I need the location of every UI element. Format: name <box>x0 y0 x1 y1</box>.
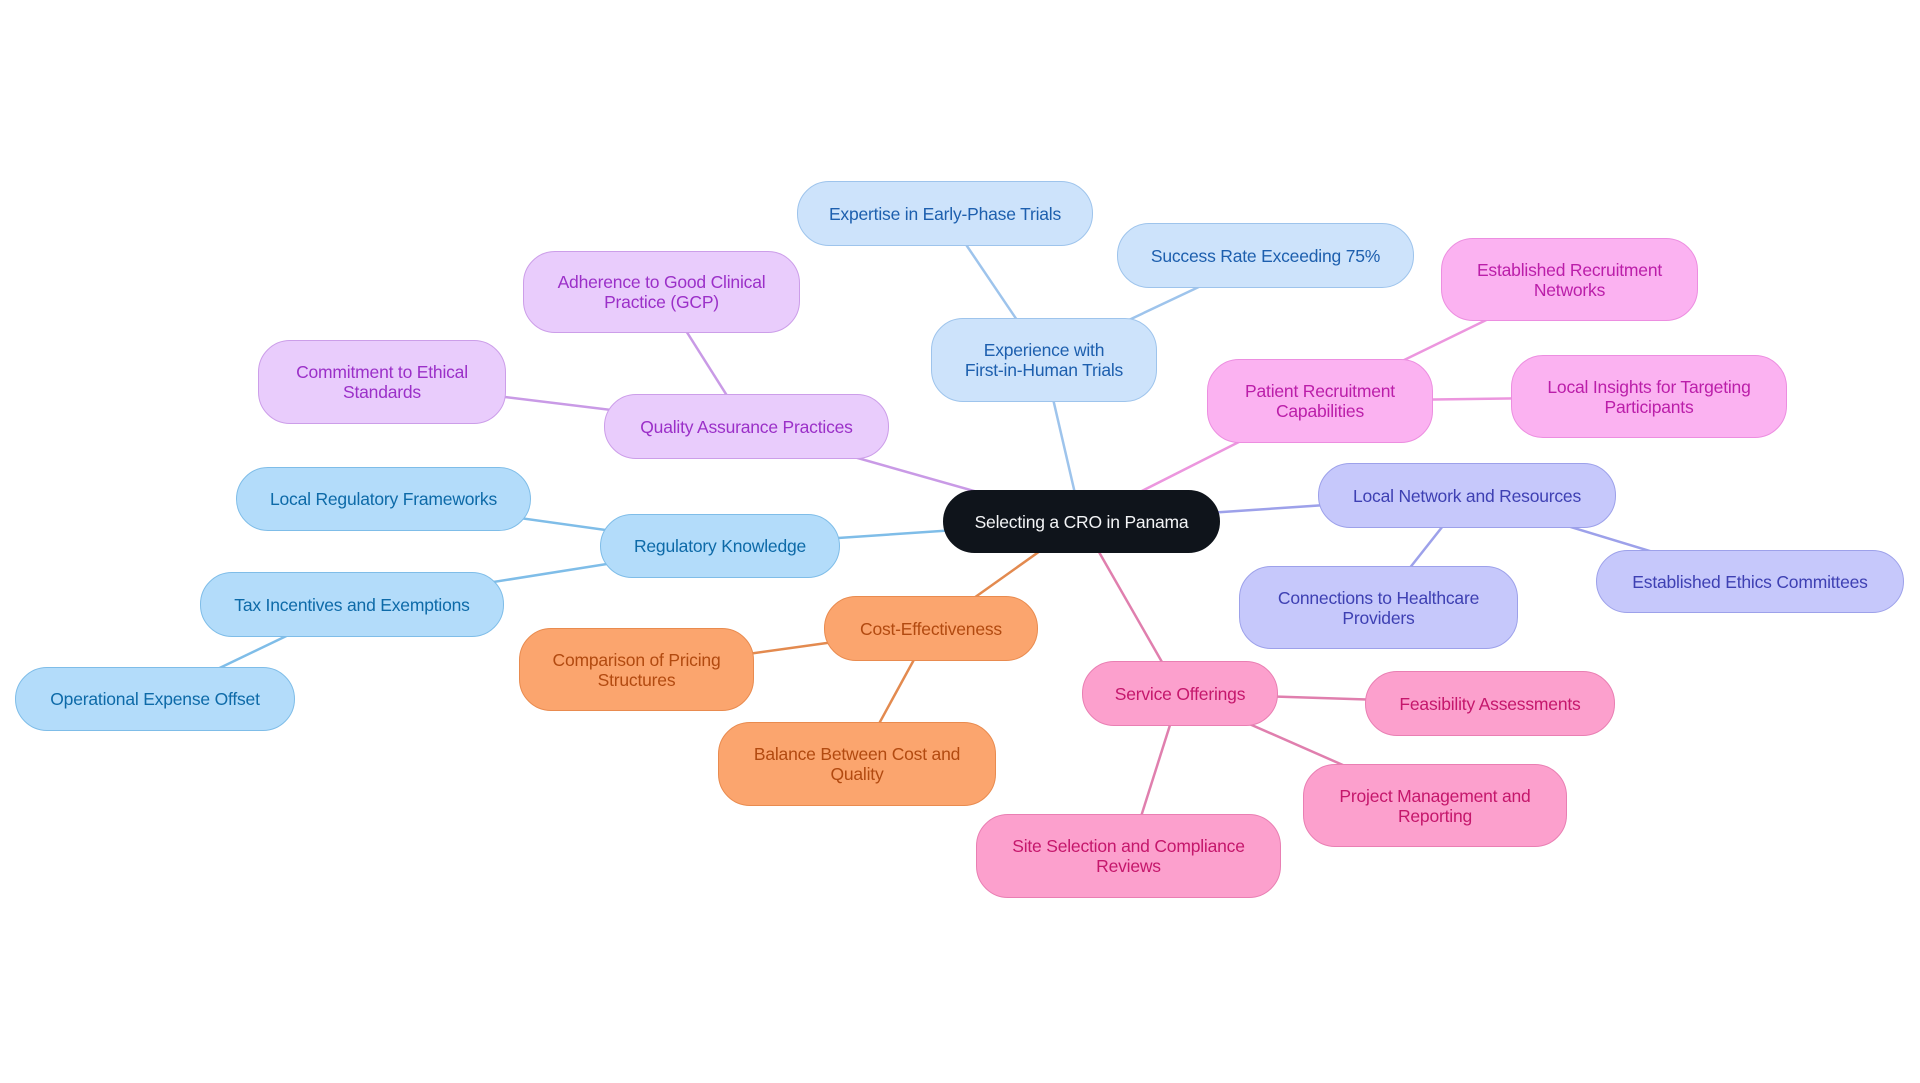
leaf-node-balance[interactable]: Balance Between Cost and Quality <box>718 722 996 806</box>
leaf-node-project-management[interactable]: Project Management and Reporting <box>1303 764 1567 847</box>
node-label-line: Quality <box>830 764 884 784</box>
node-label-line: Established Recruitment <box>1476 259 1663 280</box>
branch-node-regulatory[interactable]: Regulatory Knowledge <box>600 514 840 578</box>
node-label-line: Practice (GCP) <box>604 292 719 312</box>
branch-node-experience[interactable]: Experience with First-in-Human Trials <box>931 318 1157 402</box>
node-label-line: Operational Expense Offset <box>50 689 260 709</box>
leaf-node-success-rate[interactable]: Success Rate Exceeding 75% <box>1117 223 1414 288</box>
node-label-line: Experience with <box>983 340 1105 360</box>
leaf-node-pricing[interactable]: Comparison of Pricing Structures <box>519 628 754 711</box>
leaf-node-operational-expense[interactable]: Operational Expense Offset <box>15 667 295 731</box>
node-label-line: Tax Incentives and Exemptions <box>234 594 470 615</box>
node-label-line: Established Ethics Committees <box>1632 571 1868 592</box>
node-label-line: Regulatory Knowledge <box>633 536 807 556</box>
node-label-line: Providers <box>1342 607 1415 628</box>
leaf-node-ethical-standards[interactable]: Commitment to Ethical Standards <box>258 340 506 424</box>
leaf-node-healthcare-connections[interactable]: Connections to Healthcare Providers <box>1239 566 1518 649</box>
node-label-line: Reporting <box>1397 805 1473 826</box>
node-label-line: Service Offerings <box>1114 683 1246 704</box>
node-label-line: Balance Between Cost and <box>753 744 961 764</box>
leaf-node-regulatory-frameworks[interactable]: Local Regulatory Frameworks <box>236 467 531 531</box>
node-label-line: Reviews <box>1096 856 1161 876</box>
node-label-line: Expertise in Early-Phase Trials <box>828 203 1062 224</box>
node-label-line: Comparison of Pricing <box>552 649 721 670</box>
node-label-line: Capabilities <box>1275 401 1365 421</box>
leaf-node-expertise[interactable]: Expertise in Early-Phase Trials <box>797 181 1093 246</box>
node-label-line: First-in-Human Trials <box>964 360 1124 380</box>
leaf-node-gcp[interactable]: Adherence to Good Clinical Practice (GCP) <box>523 251 800 333</box>
node-label-line: Participants <box>1604 396 1694 417</box>
branch-node-network[interactable]: Local Network and Resources <box>1318 463 1616 528</box>
branch-node-cost[interactable]: Cost-Effectiveness <box>824 596 1038 661</box>
node-label-line: Cost-Effectiveness <box>860 618 1002 639</box>
node-label-line: Commitment to Ethical <box>296 362 468 382</box>
branch-node-services[interactable]: Service Offerings <box>1082 661 1278 726</box>
leaf-node-ethics-committees[interactable]: Established Ethics Committees <box>1596 550 1904 613</box>
node-label-line: Networks <box>1533 279 1606 300</box>
mind-map-canvas: Selecting a CRO in Panama Experience wit… <box>0 0 1920 1083</box>
node-label-line: Local Network and Resources <box>1352 485 1582 506</box>
leaf-node-feasibility[interactable]: Feasibility Assessments <box>1365 671 1615 736</box>
node-label-line: Connections to Healthcare <box>1277 587 1480 608</box>
node-label-line: Local Insights for Targeting <box>1547 376 1751 397</box>
root-node-label: Selecting a CRO in Panama <box>974 511 1189 532</box>
node-label-line: Success Rate Exceeding 75% <box>1150 245 1381 266</box>
node-label-line: Patient Recruitment <box>1245 381 1395 401</box>
node-label-line: Local Regulatory Frameworks <box>269 489 498 509</box>
node-label-line: Standards <box>343 382 421 402</box>
root-node[interactable]: Selecting a CRO in Panama <box>943 490 1220 553</box>
node-label-line: Project Management and <box>1339 785 1531 806</box>
node-label-line: Site Selection and Compliance <box>1012 836 1245 856</box>
leaf-node-local-insights[interactable]: Local Insights for Targeting Participants <box>1511 355 1787 438</box>
node-label-line: Adherence to Good Clinical <box>557 272 766 292</box>
node-label-line: Structures <box>597 669 676 690</box>
node-label-line: Feasibility Assessments <box>1399 693 1581 714</box>
leaf-node-recruitment-networks[interactable]: Established Recruitment Networks <box>1441 238 1698 321</box>
leaf-node-tax-incentives[interactable]: Tax Incentives and Exemptions <box>200 572 504 637</box>
branch-node-quality[interactable]: Quality Assurance Practices <box>604 394 889 459</box>
branch-node-recruitment[interactable]: Patient Recruitment Capabilities <box>1207 359 1433 443</box>
leaf-node-site-selection[interactable]: Site Selection and Compliance Reviews <box>976 814 1281 898</box>
node-label-line: Quality Assurance Practices <box>640 416 853 437</box>
